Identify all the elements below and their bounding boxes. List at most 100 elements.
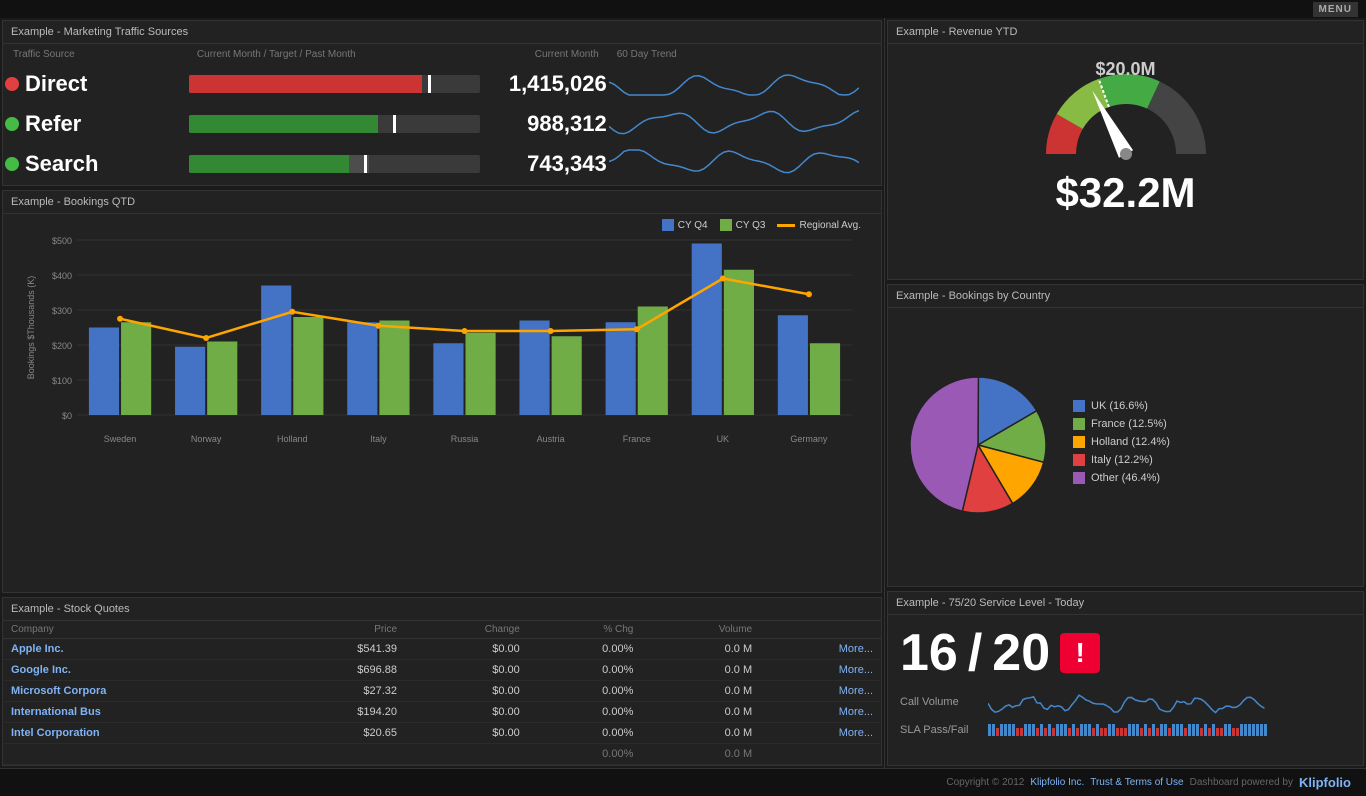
stock-row: Intel Corporation $20.65 $0.00 0.00% 0.0… xyxy=(3,723,881,744)
traffic-row: Direct 1,415,026 xyxy=(5,65,879,103)
revenue-inner: $20.0M $32.2M xyxy=(888,44,1363,227)
stock-company: Google Inc. xyxy=(3,660,271,681)
svg-text:$0: $0 xyxy=(62,411,72,421)
legend-item: Regional Avg. xyxy=(777,220,861,231)
footer-trust-link[interactable]: Trust & Terms of Use xyxy=(1090,777,1183,788)
bookings-inner: CY Q4CY Q3Regional Avg. $0$100$200$300$4… xyxy=(3,214,881,587)
svg-text:Norway: Norway xyxy=(191,434,222,444)
stock-volume: 0.0 M xyxy=(641,639,760,660)
sla-chart xyxy=(988,720,1268,740)
stock-more[interactable]: More... xyxy=(760,681,881,702)
source-dot xyxy=(5,77,19,91)
legend-item: CY Q4 xyxy=(662,219,708,231)
stock-pct: 0.00% xyxy=(528,702,642,723)
chart-legend: CY Q4CY Q3Regional Avg. xyxy=(13,219,871,231)
svg-text:France: France xyxy=(623,434,651,444)
traffic-title: Example - Marketing Traffic Sources xyxy=(3,21,881,44)
pie-legend-label: Holland (12.4%) xyxy=(1091,436,1170,448)
gauge-container: $20.0M xyxy=(1026,54,1226,164)
bar-target xyxy=(364,155,367,173)
stock-company: International Bus xyxy=(3,702,271,723)
bar-fill-current xyxy=(189,75,422,93)
stocks-panel: Example - Stock Quotes Company Price Cha… xyxy=(2,597,882,766)
stock-pct: 0.00% xyxy=(528,681,642,702)
trend-chart xyxy=(609,105,859,140)
svg-text:$300: $300 xyxy=(52,306,72,316)
menu-button[interactable]: MENU xyxy=(1313,2,1358,17)
pie-color xyxy=(1073,436,1085,448)
traffic-row: Search 743,343 xyxy=(5,145,879,183)
stock-price: $20.65 xyxy=(271,723,405,744)
service-denominator: 20 xyxy=(992,623,1050,683)
stock-company: Microsoft Corpora xyxy=(3,681,271,702)
revenue-main-value: $32.2M xyxy=(1055,169,1195,217)
country-title: Example - Bookings by Country xyxy=(888,285,1363,308)
stocks-table: Company Price Change % Chg Volume Apple … xyxy=(3,621,881,765)
stock-row: Apple Inc. $541.39 $0.00 0.00% 0.0 M Mor… xyxy=(3,639,881,660)
pie-legend-item: UK (16.6%) xyxy=(1073,400,1170,412)
pie-legend-label: France (12.5%) xyxy=(1091,418,1167,430)
stock-company: Intel Corporation xyxy=(3,723,271,744)
traffic-panel: Example - Marketing Traffic Sources Traf… xyxy=(2,20,882,186)
bar-fill-current xyxy=(189,115,378,133)
pie-container xyxy=(898,365,1058,525)
footer: Copyright © 2012 Klipfolio Inc. Trust & … xyxy=(0,768,1366,796)
stocks-header-volume: Volume xyxy=(641,621,760,639)
stock-more[interactable]: More... xyxy=(760,639,881,660)
stock-more[interactable]: More... xyxy=(760,702,881,723)
trend-chart xyxy=(609,145,859,180)
traffic-header-bars: Current Month / Target / Past Month xyxy=(189,46,480,63)
legend-label: CY Q4 xyxy=(678,220,708,231)
pie-legend-item: France (12.5%) xyxy=(1073,418,1170,430)
metric-call-volume: Call Volume xyxy=(900,688,1351,716)
source-name: Direct xyxy=(5,71,187,97)
service-panel: Example - 75/20 Service Level - Today 16… xyxy=(887,591,1364,766)
country-inner: UK (16.6%) France (12.5%) Holland (12.4%… xyxy=(888,308,1363,581)
bar-container xyxy=(189,75,480,93)
stock-price: $194.20 xyxy=(271,702,405,723)
traffic-header-trend: 60 Day Trend xyxy=(609,46,879,63)
stocks-footer-row: 0.00% 0.0 M xyxy=(3,744,881,765)
source-name: Refer xyxy=(5,111,187,137)
service-number: 16 / 20 ! xyxy=(900,623,1351,683)
svg-text:$100: $100 xyxy=(52,376,72,386)
stock-pct: 0.00% xyxy=(528,660,642,681)
source-name: Search xyxy=(5,151,187,177)
trend-chart xyxy=(609,65,859,100)
stock-change: $0.00 xyxy=(405,639,528,660)
bar-target xyxy=(428,75,431,93)
svg-text:UK: UK xyxy=(717,434,730,444)
source-dot xyxy=(5,117,19,131)
revenue-title: Example - Revenue YTD xyxy=(888,21,1363,44)
country-panel: Example - Bookings by Country UK (16.6%)… xyxy=(887,284,1364,587)
stock-more[interactable]: More... xyxy=(760,723,881,744)
stock-change: $0.00 xyxy=(405,681,528,702)
source-dot xyxy=(5,157,19,171)
bar-container xyxy=(189,155,480,173)
right-column: Example - Revenue YTD $20.0M $32.2M Exam… xyxy=(885,18,1366,768)
stock-row: Google Inc. $696.88 $0.00 0.00% 0.0 M Mo… xyxy=(3,660,881,681)
bookings-title: Example - Bookings QTD xyxy=(3,191,881,214)
traffic-row: Refer 988,312 xyxy=(5,105,879,143)
pie-legend-item: Italy (12.2%) xyxy=(1073,454,1170,466)
stock-more[interactable]: More... xyxy=(760,660,881,681)
footer-company-link[interactable]: Klipfolio Inc. xyxy=(1030,777,1084,788)
stocks-title: Example - Stock Quotes xyxy=(3,598,881,621)
pie-legend-label: Other (46.4%) xyxy=(1091,472,1160,484)
pie-legend-label: UK (16.6%) xyxy=(1091,400,1148,412)
call-volume-label: Call Volume xyxy=(900,696,980,708)
service-separator: / xyxy=(968,623,982,683)
svg-text:$500: $500 xyxy=(52,236,72,246)
svg-text:Germany: Germany xyxy=(790,434,828,444)
revenue-panel: Example - Revenue YTD $20.0M $32.2M xyxy=(887,20,1364,280)
stocks-header-change: Change xyxy=(405,621,528,639)
bar-container xyxy=(189,115,480,133)
traffic-header-source: Traffic Source xyxy=(5,46,187,63)
footer-logo: Klipfolio xyxy=(1299,775,1351,790)
stock-change: $0.00 xyxy=(405,702,528,723)
gauge-label: $20.0M xyxy=(1095,59,1155,80)
stock-volume: 0.0 M xyxy=(641,702,760,723)
svg-text:$400: $400 xyxy=(52,271,72,281)
stock-pct: 0.00% xyxy=(528,723,642,744)
stock-price: $27.32 xyxy=(271,681,405,702)
